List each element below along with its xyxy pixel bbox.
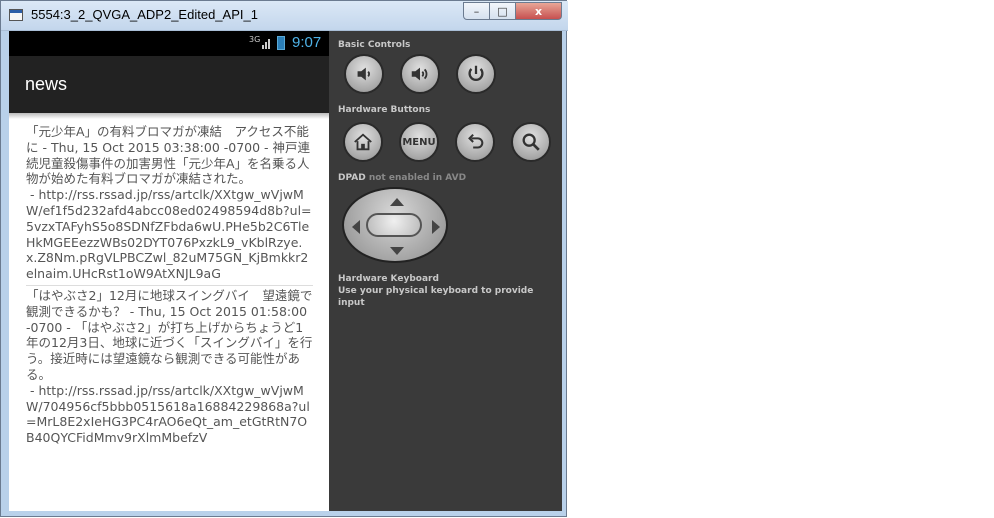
- home-button[interactable]: [343, 122, 383, 162]
- action-bar: news: [9, 56, 329, 113]
- dpad-down-icon: [390, 247, 404, 255]
- device-screen[interactable]: 3G 9:07 news 「元少年A」の有料ブロマガが凍結 アクセス不能に - …: [9, 31, 329, 511]
- volume-up-button[interactable]: [400, 54, 440, 94]
- action-bar-shadow: [9, 113, 329, 119]
- search-button[interactable]: [511, 122, 551, 162]
- battery-icon: [277, 36, 285, 50]
- app-icon: [9, 9, 23, 21]
- signal-icon: [262, 37, 272, 49]
- volume-up-icon: [411, 67, 428, 81]
- dpad-left-icon: [352, 220, 360, 234]
- app-title: news: [25, 74, 68, 94]
- back-icon: [468, 133, 484, 149]
- keyboard-label: Hardware Keyboard: [338, 274, 439, 284]
- hardware-keyboard-info: Hardware Keyboard Use your physical keyb…: [338, 273, 562, 309]
- list-item[interactable]: 「元少年A」の有料ブロマガが凍結 アクセス不能に - Thu, 15 Oct 2…: [26, 124, 313, 282]
- back-button[interactable]: [455, 122, 495, 162]
- power-button[interactable]: [456, 54, 496, 94]
- dpad: [342, 187, 448, 263]
- basic-controls-label: Basic Controls: [338, 40, 411, 50]
- news-list[interactable]: 「元少年A」の有料ブロマガが凍結 アクセス不能に - Thu, 15 Oct 2…: [26, 124, 313, 446]
- close-icon: x: [534, 4, 543, 18]
- menu-button[interactable]: MENU: [399, 122, 439, 162]
- status-clock: 9:07: [292, 34, 322, 51]
- menu-label: MENU: [402, 136, 436, 148]
- close-button[interactable]: x: [516, 2, 562, 20]
- volume-down-icon: [357, 67, 370, 81]
- hardware-buttons-label: Hardware Buttons: [338, 105, 431, 115]
- window-title: 5554:3_2_QVGA_ADP2_Edited_API_1: [31, 7, 258, 22]
- emulator-window: 5554:3_2_QVGA_ADP2_Edited_API_1 – □ x 3G…: [0, 0, 568, 517]
- title-bar[interactable]: 5554:3_2_QVGA_ADP2_Edited_API_1 – □ x: [1, 1, 568, 31]
- maximize-button[interactable]: □: [490, 2, 516, 20]
- volume-down-button[interactable]: [344, 54, 384, 94]
- list-divider: [26, 284, 313, 286]
- network-type: 3G: [249, 35, 261, 44]
- window-controls: – □ x: [463, 2, 562, 21]
- maximize-icon: □: [497, 4, 508, 18]
- minimize-icon: –: [473, 4, 480, 18]
- dpad-label: DPAD not enabled in AVD: [338, 173, 466, 183]
- keyboard-note: Use your physical keyboard to provide in…: [338, 286, 534, 308]
- search-icon: [522, 133, 540, 151]
- dpad-right-icon: [432, 220, 440, 234]
- minimize-button[interactable]: –: [463, 2, 490, 20]
- dpad-up-icon: [390, 198, 404, 206]
- dpad-title: DPAD: [338, 173, 366, 183]
- home-icon: [354, 133, 372, 151]
- emulator-controls-panel: Basic Controls Hardware Buttons MENU DPA…: [329, 31, 562, 511]
- dpad-note: not enabled in AVD: [368, 173, 467, 183]
- status-bar: 3G 9:07: [9, 31, 329, 56]
- power-icon: [468, 65, 484, 81]
- list-item[interactable]: 「はやぶさ2」12月に地球スイングバイ 望遠鏡で観測できるかも？ - Thu, …: [26, 288, 313, 446]
- dpad-center: [366, 213, 422, 237]
